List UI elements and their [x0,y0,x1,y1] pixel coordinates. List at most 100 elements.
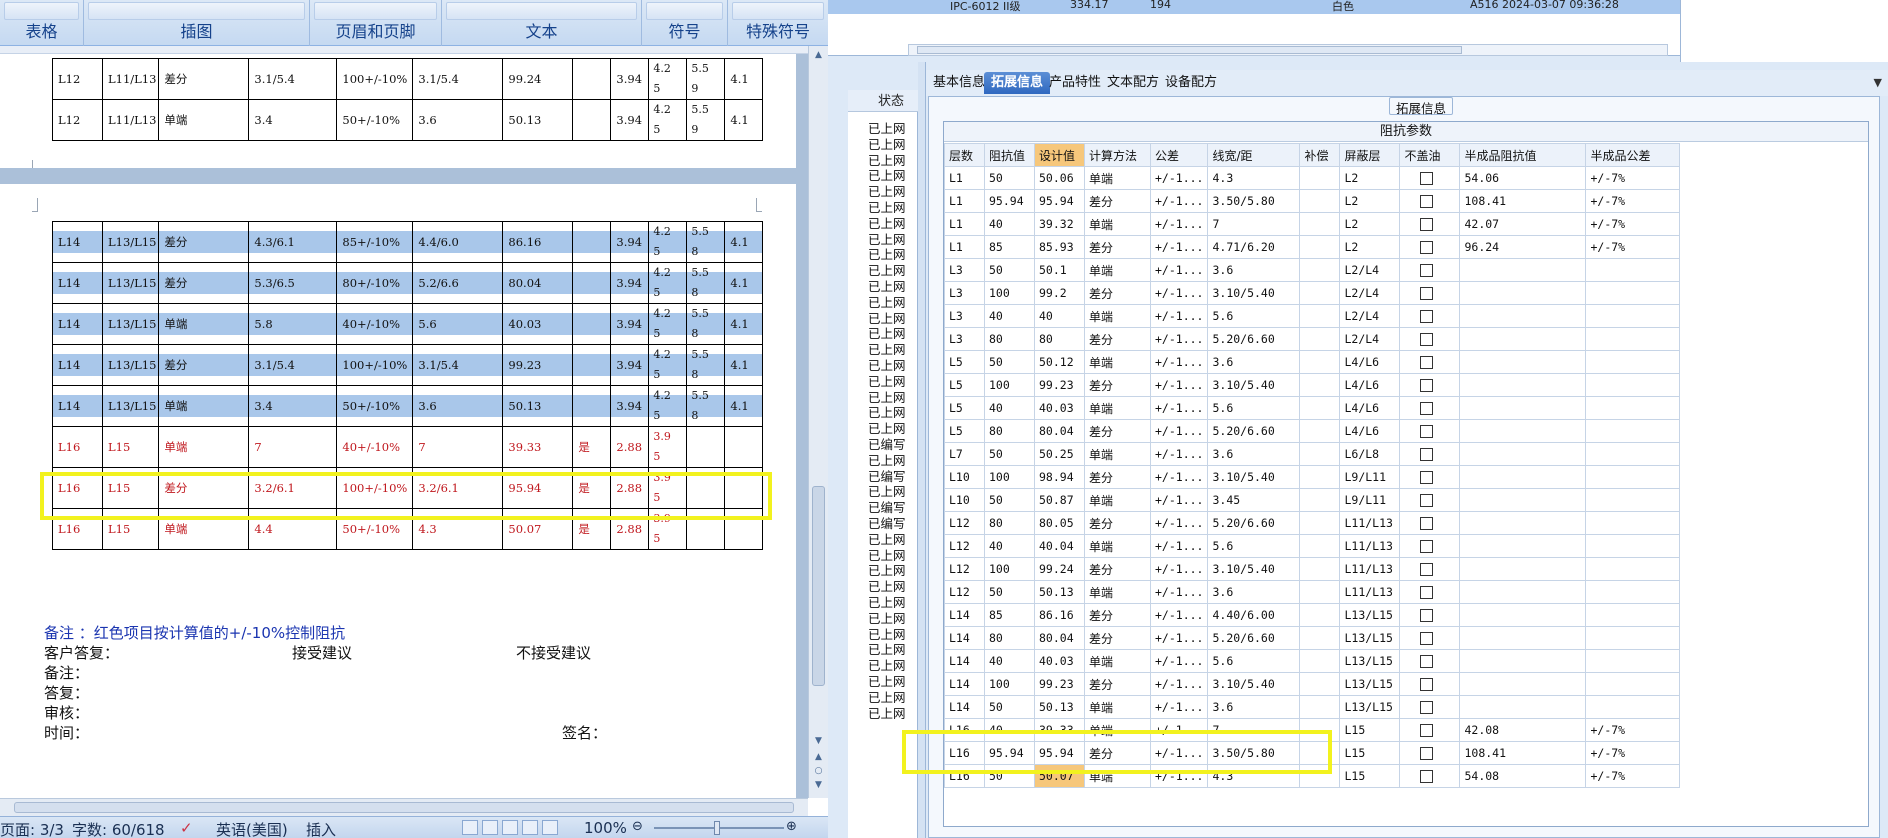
grid-row[interactable]: L7 50 50.25 单端 +/-1... 3.6 L6/L8 [944,442,1681,466]
no-solder-mask-checkbox[interactable] [1420,195,1434,208]
column-header[interactable]: 线宽/距 [1207,143,1301,167]
no-solder-mask-checkbox[interactable] [1420,402,1434,415]
no-solder-mask-checkbox[interactable] [1420,678,1434,691]
ribbon-group-header-footer[interactable]: 页眉和页脚 [310,0,442,46]
grid-row[interactable]: L3 50 50.1 单端 +/-1... 3.6 L2/L4 [944,258,1681,282]
zoom-out-icon[interactable]: ⊖ [632,819,643,834]
tab-equipment-recipe[interactable]: 设备配方 [1158,72,1224,94]
grid-row[interactable]: L5 80 80.04 差分 +/-1... 5.20/6.60 L4/L6 [944,419,1681,443]
zoom-slider-thumb[interactable] [714,821,720,835]
word-count[interactable]: 字数: 60/618 [72,819,165,838]
ribbon-group-symbols[interactable]: 符号 [642,0,728,46]
scroll-up-icon[interactable]: ▲ [812,48,825,62]
language-indicator[interactable]: 英语(美国) [216,819,288,838]
no-solder-mask-checkbox[interactable] [1420,586,1434,599]
web-layout-icon[interactable] [502,820,518,835]
grid-row[interactable]: L3 100 99.2 差分 +/-1... 3.10/5.40 L2/L4 [944,281,1681,305]
grid-row[interactable]: L16 40 39.33 单端 +/-1... 7 L15 42.08 +/-7% [944,718,1681,742]
insert-mode[interactable]: 插入 [306,819,336,838]
prev-page-icon[interactable]: ▲ [812,750,825,764]
grid-row[interactable]: L16 50 50.07 单端 +/-1... 4.3 L15 54.08 +/-7% [944,764,1681,788]
no-solder-mask-checkbox[interactable] [1420,241,1434,254]
status-column-header[interactable]: 状态 [848,90,918,112]
no-solder-mask-checkbox[interactable] [1420,747,1434,760]
tab-dropdown-icon[interactable]: ▼ [1874,76,1882,89]
column-header[interactable]: 公差 [1149,143,1209,167]
column-header[interactable]: 不盖油 [1399,143,1461,167]
grid-row[interactable]: L10 50 50.87 单端 +/-1... 3.45 L9/L11 [944,488,1681,512]
draft-icon[interactable] [542,820,558,835]
grid-row[interactable]: L12 100 99.24 差分 +/-1... 3.10/5.40 L11/L13 [944,557,1681,581]
no-solder-mask-checkbox[interactable] [1420,701,1434,714]
full-screen-icon[interactable] [482,820,498,835]
document-area[interactable]: L12 L11/L13 差分 3.1/5.4 100+/-10% 3.1/5.4 99.24… [0,54,808,798]
no-solder-mask-checkbox[interactable] [1420,218,1434,231]
no-solder-mask-checkbox[interactable] [1420,287,1434,300]
ribbon-group-table[interactable]: 表格 [0,0,84,46]
grid-row[interactable]: L1 40 39.32 单端 +/-1... 7 L2 42.07 +/-7% [944,212,1681,236]
no-solder-mask-checkbox[interactable] [1420,471,1434,484]
zoom-in-icon[interactable]: ⊕ [786,819,797,834]
grid-row[interactable]: L5 50 50.12 单端 +/-1... 3.6 L4/L6 [944,350,1681,374]
grid-row[interactable]: L10 100 98.94 差分 +/-1... 3.10/5.40 L9/L11 [944,465,1681,489]
column-header[interactable]: 半成品公差 [1585,143,1681,167]
page-indicator[interactable]: 页面: 3/3 [0,819,64,838]
no-solder-mask-checkbox[interactable] [1420,655,1434,668]
no-solder-mask-checkbox[interactable] [1420,632,1434,645]
grid-row[interactable]: L1 95.94 95.94 差分 +/-1... 3.50/5.80 L2 108.41 +/… [944,189,1681,213]
print-layout-icon[interactable] [462,820,478,835]
column-header[interactable]: 半成品阻抗值 [1459,143,1587,167]
tab-product-features[interactable]: 产品特性 [1042,72,1108,94]
zoom-level[interactable]: 100% [584,819,627,837]
grid-row[interactable]: L5 100 99.23 差分 +/-1... 3.10/5.40 L4/L6 [944,373,1681,397]
column-header[interactable]: 计算方法 [1084,143,1151,167]
no-solder-mask-checkbox[interactable] [1420,609,1434,622]
grid-row[interactable]: L3 40 40 单端 +/-1... 5.6 L2/L4 [944,304,1681,328]
no-solder-mask-checkbox[interactable] [1420,724,1434,737]
column-header[interactable]: 层数 [944,143,985,167]
no-solder-mask-checkbox[interactable] [1420,540,1434,553]
no-solder-mask-checkbox[interactable] [1420,770,1434,783]
grid-row[interactable]: L14 50 50.13 单端 +/-1... 3.6 L13/L15 [944,695,1681,719]
grid-row[interactable]: L3 80 80 差分 +/-1... 5.20/6.60 L2/L4 [944,327,1681,351]
no-solder-mask-checkbox[interactable] [1420,425,1434,438]
column-header[interactable]: 阻抗值 [984,143,1035,167]
no-solder-mask-checkbox[interactable] [1420,310,1434,323]
scroll-down-icon[interactable]: ▼ [812,734,825,748]
grid-row[interactable]: L1 85 85.93 差分 +/-1... 4.71/6.20 L2 96.24 +/-7% [944,235,1681,259]
horizontal-scrollbar[interactable] [908,44,1668,56]
ribbon-group-text[interactable]: 文本 [442,0,642,46]
tab-text-recipe[interactable]: 文本配方 [1100,72,1166,94]
browse-object-icon[interactable]: ○ [812,764,825,778]
no-solder-mask-checkbox[interactable] [1420,356,1434,369]
grid-row[interactable]: L14 85 86.16 差分 +/-1... 4.40/6.00 L13/L15 [944,603,1681,627]
no-solder-mask-checkbox[interactable] [1420,517,1434,530]
grid-row[interactable]: L5 40 40.03 单端 +/-1... 5.6 L4/L6 [944,396,1681,420]
no-solder-mask-checkbox[interactable] [1420,172,1434,185]
scroll-thumb[interactable] [917,46,1462,54]
grid-row[interactable]: L1 50 50.06 单端 +/-1... 4.3 L2 54.06 +/-7% [944,166,1681,190]
no-solder-mask-checkbox[interactable] [1420,264,1434,277]
column-header[interactable]: 设计值 [1034,143,1085,167]
tab-basic-info[interactable]: 基本信息 [926,72,992,94]
scroll-thumb[interactable] [14,802,794,813]
tab-extended-info[interactable]: 拓展信息 [984,72,1051,94]
no-solder-mask-checkbox[interactable] [1420,448,1434,461]
ribbon-group-special-symbols[interactable]: 特殊符号 [728,0,828,46]
scroll-thumb[interactable] [812,486,825,686]
column-header[interactable]: 屏蔽层 [1339,143,1401,167]
outline-icon[interactable] [522,820,538,835]
grid-row[interactable]: L12 50 50.13 单端 +/-1... 3.6 L11/L13 [944,580,1681,604]
status-list-item[interactable]: 已上网 [868,703,906,722]
selected-order-row[interactable]: IPC-6012 II级 334.17 194 白色 A516 2024-03-… [828,0,1680,14]
splitter[interactable] [918,62,926,838]
horizontal-scrollbar[interactable] [0,798,808,816]
no-solder-mask-checkbox[interactable] [1420,379,1434,392]
no-solder-mask-checkbox[interactable] [1420,333,1434,346]
grid-row[interactable]: L12 80 80.05 差分 +/-1... 5.20/6.60 L11/L13 [944,511,1681,535]
grid-row[interactable]: L14 100 99.23 差分 +/-1... 3.10/5.40 L13/L15 [944,672,1681,696]
vertical-scrollbar[interactable]: ▲ ▼ ▲ ○ ▼ [808,46,828,798]
next-page-icon[interactable]: ▼ [812,778,825,792]
grid-row[interactable]: L14 40 40.03 单端 +/-1... 5.6 L13/L15 [944,649,1681,673]
no-solder-mask-checkbox[interactable] [1420,563,1434,576]
